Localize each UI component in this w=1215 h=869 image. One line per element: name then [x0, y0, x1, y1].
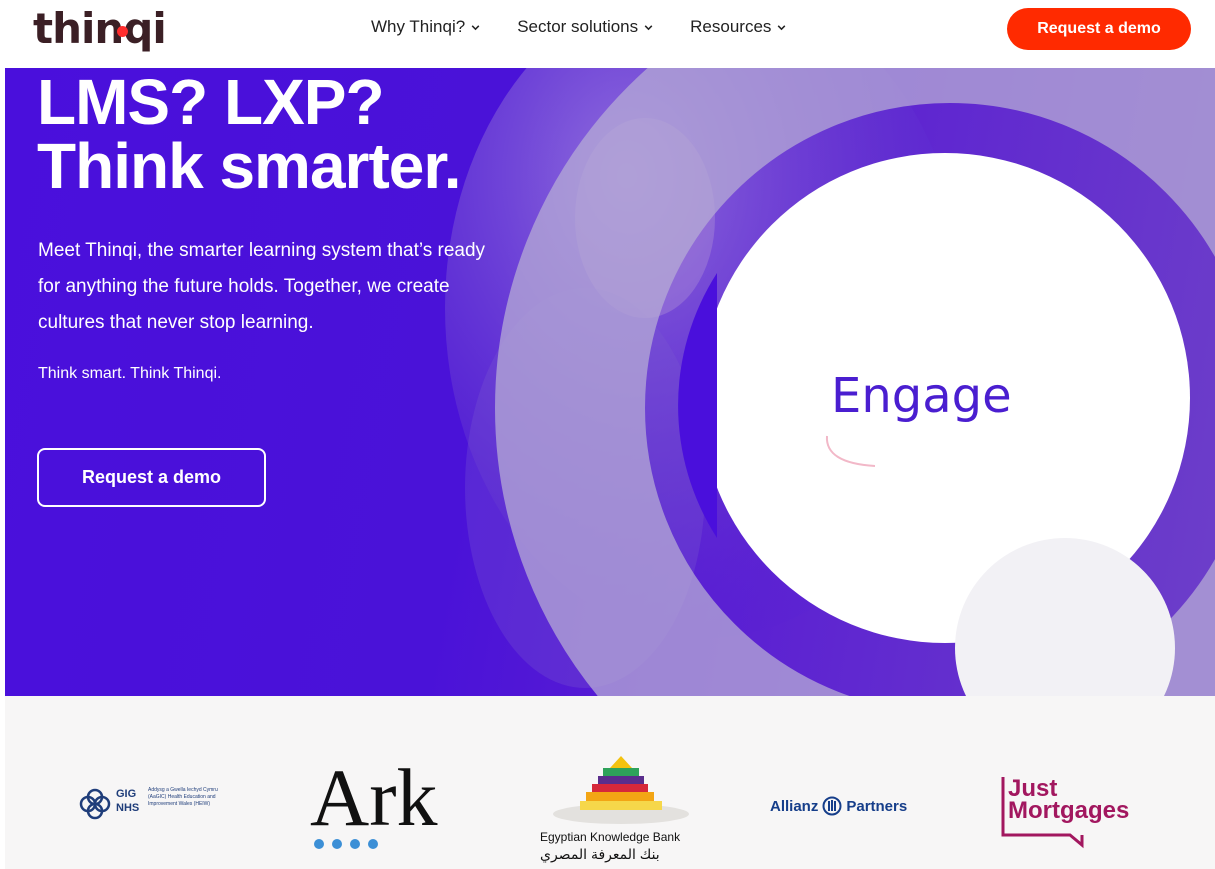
- nav-item-resources[interactable]: Resources: [690, 17, 787, 37]
- top-navigation: thinqi Why Thinqi? Sector solutions Reso…: [0, 0, 1215, 62]
- just-mortgages-logo: Just Mortgages: [1000, 771, 1150, 851]
- nav-request-demo-button[interactable]: Request a demo: [1007, 8, 1191, 50]
- thinqi-logo[interactable]: thinqi: [33, 4, 167, 54]
- hero-tagline: Think smart. Think Thinqi.: [38, 365, 222, 382]
- gig-nhs-logo: GIG NHS Addysg a Gwella Iechyd Cymru (Aa…: [78, 785, 238, 825]
- allianz-label: Allianz: [770, 797, 819, 815]
- client-logos-strip: GIG NHS Addysg a Gwella Iechyd Cymru (Aa…: [5, 696, 1215, 869]
- gig-label: GIG: [116, 788, 137, 800]
- ark-wordmark: Ark: [310, 752, 438, 843]
- ekb-arabic-name: بنك المعرفة المصري: [540, 846, 660, 862]
- logo-text: thinqi: [33, 4, 167, 53]
- nav-item-why-thinqi[interactable]: Why Thinqi?: [371, 17, 481, 37]
- books-icon: [553, 756, 689, 824]
- hero-headline: LMS? LXP? Think smarter.: [37, 70, 461, 198]
- nav-links: Why Thinqi? Sector solutions Resources: [371, 17, 787, 37]
- mortgages-label: Mortgages: [1008, 797, 1130, 824]
- gig-nhs-text: GIG NHS: [116, 789, 139, 814]
- gig-subtext: Addysg a Gwella Iechyd Cymru (AaGIC) Hea…: [148, 787, 218, 807]
- chevron-down-icon: [644, 24, 653, 30]
- hero-request-demo-button[interactable]: Request a demo: [37, 448, 266, 507]
- chevron-down-icon: [471, 24, 480, 30]
- allianz-partners-logo: Allianz Partners: [770, 795, 907, 817]
- hero-intro: Meet Thinqi, the smarter learning system…: [38, 240, 486, 333]
- headline-line-1: LMS? LXP?: [37, 68, 385, 138]
- animated-word: Engage: [831, 368, 1012, 424]
- headline-line-2: Think smarter.: [37, 130, 461, 202]
- logo-dot: [117, 26, 128, 37]
- ark-logo: Ark: [310, 752, 465, 854]
- allianz-partners-label: Partners: [846, 797, 908, 815]
- allianz-eagle-icon: [822, 796, 842, 816]
- just-mortgages-text: Just Mortgages: [1008, 777, 1130, 824]
- nav-item-label: Why Thinqi?: [371, 17, 466, 36]
- nhs-label: NHS: [116, 802, 140, 814]
- ark-dots: [314, 839, 378, 849]
- nav-item-sector-solutions[interactable]: Sector solutions: [517, 17, 654, 37]
- nav-item-label: Resources: [690, 17, 772, 36]
- celtic-knot-icon: [79, 788, 111, 820]
- hero-section: LMS? LXP? Think smarter. Meet Thinqi, th…: [5, 68, 1215, 696]
- egyptian-knowledge-bank-logo: Egyptian Knowledge Bank بنك المعرفة المص…: [538, 754, 698, 866]
- nav-item-label: Sector solutions: [517, 17, 639, 36]
- ekb-english-name: Egyptian Knowledge Bank: [540, 830, 681, 844]
- chevron-down-icon: [778, 24, 786, 30]
